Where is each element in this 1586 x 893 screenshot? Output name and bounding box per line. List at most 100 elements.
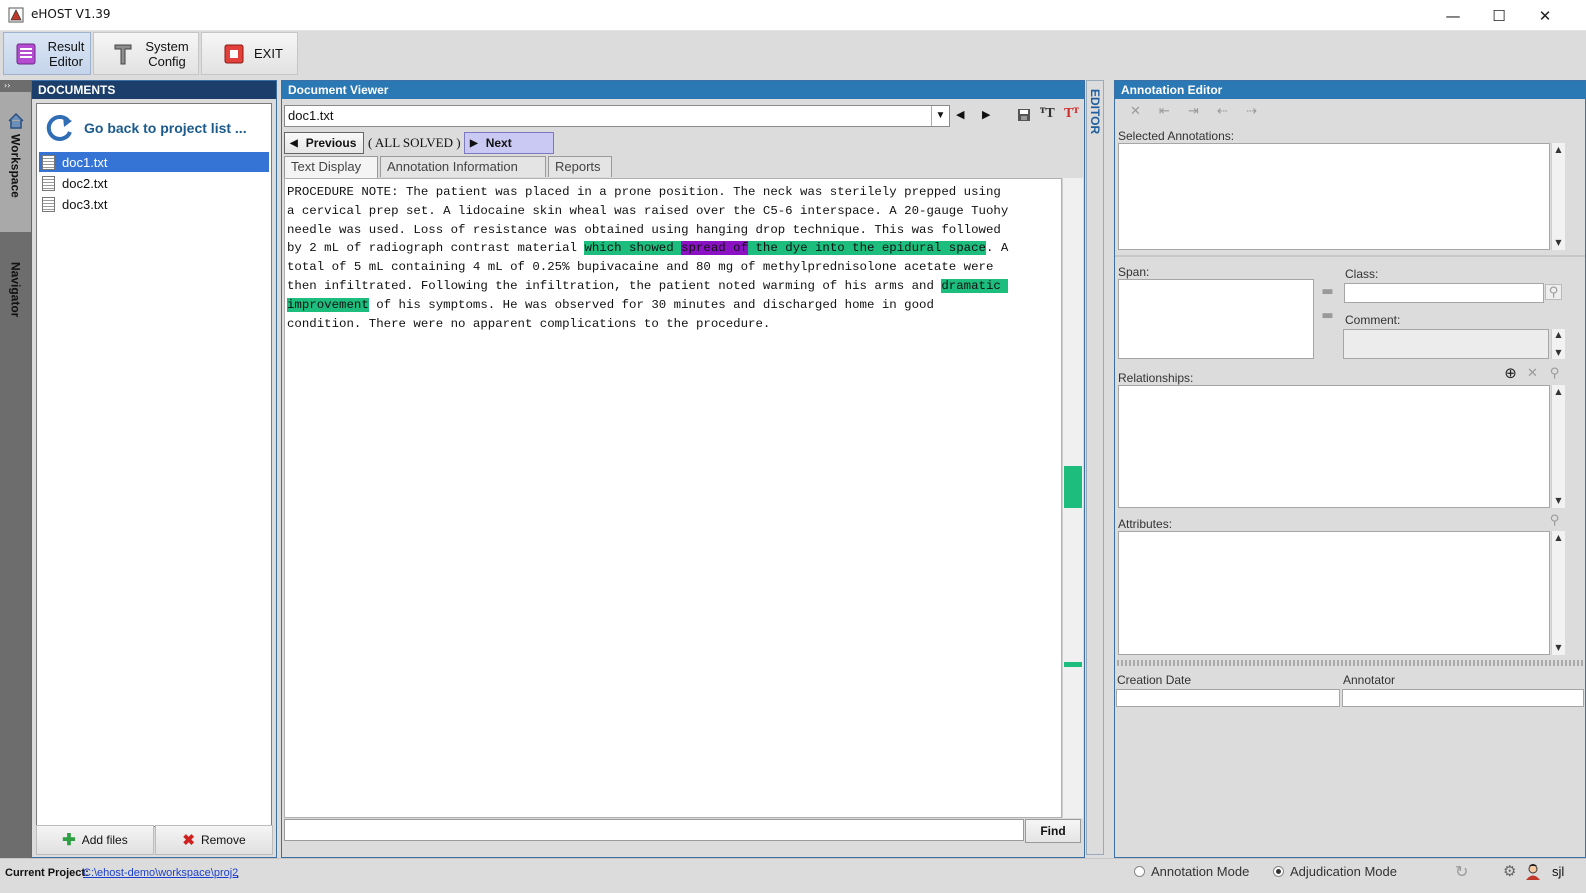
previous-button[interactable]: ◀ Previous	[284, 132, 364, 154]
navigator-tab-label: Navigator	[8, 262, 23, 318]
chevron-down-icon[interactable]: ▼	[931, 106, 949, 126]
current-project-label: Current Project:	[5, 867, 89, 879]
align-left-icon[interactable]: ⇤	[1156, 103, 1173, 119]
previous-doc-arrow-icon[interactable]: ◀	[956, 108, 964, 121]
find-button[interactable]: Find	[1025, 819, 1081, 843]
system-config-label: System Config	[145, 38, 189, 69]
document-select[interactable]: doc1.txt ▼	[284, 105, 950, 127]
navigator-tab[interactable]: Navigator	[0, 255, 31, 325]
text-line: PROCEDURE NOTE: The patient was placed i…	[287, 185, 1001, 199]
annotation-highlight[interactable]: which showed spread of the dye into the …	[584, 241, 986, 256]
annotation-marker[interactable]	[1064, 662, 1082, 667]
minimize-button[interactable]: —	[1430, 0, 1476, 31]
font-size-increase-icon[interactable]: ᵀT	[1040, 106, 1055, 122]
class-field[interactable]	[1344, 283, 1544, 303]
add-files-button[interactable]: ✚ Add files	[36, 825, 154, 855]
system-config-button[interactable]: System Config	[93, 32, 199, 75]
search-attribute-icon[interactable]: ⚲	[1546, 512, 1563, 528]
tab-text-display[interactable]: Text Display	[284, 156, 378, 178]
document-item[interactable]: doc2.txt	[39, 173, 269, 193]
tab-reports[interactable]: Reports	[548, 156, 612, 177]
stop-icon	[224, 44, 244, 63]
document-editor-icon	[16, 43, 36, 64]
expand-right-icon[interactable]: ⇢	[1243, 103, 1260, 119]
comment-label: Comment:	[1345, 313, 1401, 327]
current-project-link[interactable]: C:\ehost-demo\workspace\proj2	[83, 867, 238, 879]
document-text[interactable]: PROCEDURE NOTE: The patient was placed i…	[287, 183, 1057, 333]
annotation-text: which showed	[584, 241, 682, 256]
align-right-icon[interactable]: ⇥	[1185, 103, 1202, 119]
text-segment: then infiltrated. Following the infiltra…	[287, 278, 942, 293]
comment-field[interactable]	[1343, 329, 1549, 359]
resize-handle[interactable]	[1117, 660, 1583, 666]
back-to-projects-link[interactable]: Go back to project list ...	[43, 108, 267, 148]
next-doc-arrow-icon[interactable]: ▶	[982, 108, 990, 121]
span-label: Span:	[1118, 265, 1150, 279]
annotation-highlight-nested[interactable]: spread of	[681, 241, 749, 256]
text-line: improvement of his symptoms. He was obse…	[287, 296, 1057, 315]
collapse-arrows-icon[interactable]: ››	[4, 82, 26, 90]
remove-label: Remove	[200, 833, 246, 847]
annotation-highlight[interactable]: dramatic	[941, 278, 1009, 293]
result-editor-button[interactable]: Result Editor	[3, 32, 91, 75]
annotator-label: Annotator	[1343, 673, 1396, 687]
scrollbar[interactable]: ▲ ▼	[1551, 329, 1565, 359]
radio-indicator	[1134, 866, 1145, 877]
selected-annotations-list[interactable]	[1118, 143, 1550, 250]
delete-annotation-icon[interactable]: ✕	[1127, 103, 1144, 119]
wrench-icon	[114, 44, 132, 64]
adjudication-mode-radio[interactable]: Adjudication Mode	[1273, 864, 1397, 879]
text-segment: of his symptoms. He was observed for 30 …	[368, 297, 934, 312]
documents-list: Go back to project list ... doc1.txt doc…	[36, 103, 272, 827]
window-title: eHOST V1.39	[31, 7, 111, 21]
creation-date-field	[1116, 689, 1340, 707]
editor-side-tab[interactable]: EDITOR	[1086, 80, 1104, 855]
document-item[interactable]: doc1.txt	[39, 152, 269, 172]
scrollbar[interactable]: ▲ ▼	[1551, 143, 1565, 250]
delete-relationship-icon[interactable]: ✕	[1524, 365, 1541, 381]
document-item[interactable]: doc3.txt	[39, 194, 269, 214]
home-icon	[7, 112, 24, 129]
tab-annotation-information[interactable]: Annotation Information	[380, 156, 546, 177]
search-class-icon[interactable]: ⚲	[1545, 284, 1562, 300]
annotation-mode-radio[interactable]: Annotation Mode	[1134, 864, 1249, 879]
refresh-icon[interactable]: ↻	[1455, 862, 1468, 881]
add-span-icon[interactable]: ▬	[1319, 283, 1336, 299]
font-size-decrease-icon[interactable]: Tᵀ	[1064, 106, 1079, 122]
adjudication-mode-label: Adjudication Mode	[1290, 864, 1397, 879]
exit-button[interactable]: EXIT	[201, 32, 298, 75]
result-editor-label: Result Editor	[47, 38, 85, 69]
workspace-tab[interactable]: Workspace	[0, 92, 31, 232]
documents-panel: DOCUMENTS Go back to project list ... do…	[31, 80, 277, 858]
remove-span-icon[interactable]: ▬	[1319, 307, 1336, 323]
maximize-button[interactable]: ☐	[1476, 0, 1522, 31]
document-name: doc2.txt	[62, 175, 108, 191]
text-display-area[interactable]: PROCEDURE NOTE: The patient was placed i…	[284, 178, 1062, 818]
close-window-button[interactable]: ✕	[1522, 0, 1568, 31]
annotation-highlight[interactable]: improvement	[287, 297, 369, 312]
scrollbar[interactable]: ▲ ▼	[1551, 531, 1565, 655]
search-relationship-icon[interactable]: ⚲	[1546, 365, 1563, 381]
plus-icon: ✚	[62, 832, 76, 849]
find-input[interactable]	[284, 819, 1024, 841]
app-logo-icon	[8, 7, 24, 23]
annotation-marker[interactable]	[1064, 466, 1082, 508]
next-label: Next	[485, 136, 512, 150]
gear-icon[interactable]: ⚙	[1503, 862, 1516, 880]
annotation-text: the dye into the epidural space	[748, 241, 986, 256]
text-segment: by 2 mL of radiograph contrast material	[287, 241, 585, 256]
add-relationship-icon[interactable]: ⊕	[1502, 364, 1519, 382]
scrollbar[interactable]: ▲ ▼	[1551, 385, 1565, 508]
relationships-list[interactable]	[1118, 385, 1550, 508]
expand-left-icon[interactable]: ⇠	[1214, 103, 1231, 119]
remove-button[interactable]: ✖ Remove	[155, 825, 273, 855]
annotation-mode-label: Annotation Mode	[1151, 864, 1250, 879]
divider	[1115, 255, 1585, 257]
attributes-list[interactable]	[1118, 531, 1550, 655]
radio-indicator	[1273, 866, 1284, 877]
span-list[interactable]	[1118, 279, 1314, 359]
next-button[interactable]: ▶ Next	[464, 132, 554, 154]
annotation-overview-strip[interactable]	[1062, 178, 1083, 818]
save-icon[interactable]	[1017, 108, 1031, 122]
text-line: by 2 mL of radiograph contrast material …	[287, 239, 1057, 258]
